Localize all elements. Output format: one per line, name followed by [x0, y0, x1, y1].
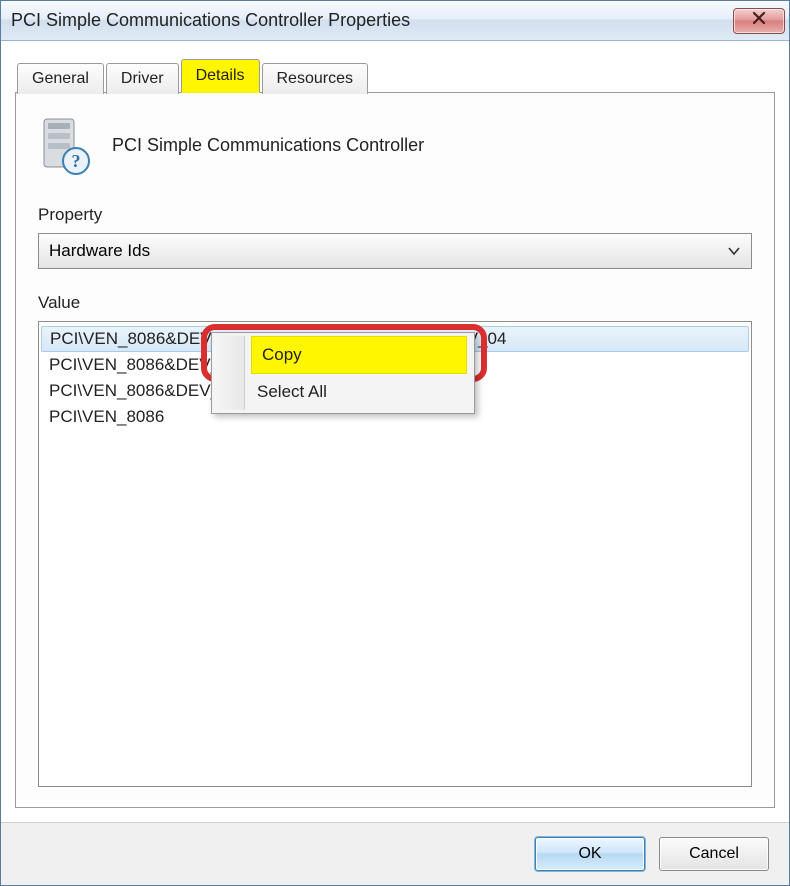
button-bar: OK Cancel — [1, 822, 789, 885]
tab-page-details: ? PCI Simple Communications Controller P… — [15, 92, 775, 808]
ok-button[interactable]: OK — [535, 837, 645, 871]
tab-strip: General Driver Details Resources — [15, 59, 775, 93]
window-title: PCI Simple Communications Controller Pro… — [11, 10, 733, 31]
property-selected-value: Hardware Ids — [49, 241, 150, 261]
value-listbox[interactable]: PCI\VEN_8086&DEV_8C3A&SUBSYS_061C1028&RE… — [38, 321, 752, 787]
client-area: General Driver Details Resources ? PCI — [1, 41, 789, 822]
titlebar[interactable]: PCI Simple Communications Controller Pro… — [1, 1, 789, 41]
svg-text:?: ? — [72, 151, 81, 171]
close-icon — [751, 10, 767, 31]
device-header: ? PCI Simple Communications Controller — [38, 115, 752, 175]
properties-window: PCI Simple Communications Controller Pro… — [0, 0, 790, 886]
tab-resources[interactable]: Resources — [262, 63, 368, 94]
context-menu-copy[interactable]: Copy — [251, 336, 467, 374]
property-dropdown[interactable]: Hardware Ids — [38, 233, 752, 269]
tab-general[interactable]: General — [17, 63, 104, 94]
context-menu: Copy Select All — [211, 332, 475, 414]
device-icon: ? — [38, 115, 92, 175]
tab-driver[interactable]: Driver — [106, 63, 179, 94]
context-menu-select-all[interactable]: Select All — [215, 374, 471, 410]
chevron-down-icon — [727, 241, 741, 261]
cancel-button[interactable]: Cancel — [659, 837, 769, 871]
value-label: Value — [38, 293, 752, 313]
device-name: PCI Simple Communications Controller — [112, 135, 424, 156]
tab-details[interactable]: Details — [181, 59, 260, 93]
property-label: Property — [38, 205, 752, 225]
close-button[interactable] — [733, 8, 785, 34]
